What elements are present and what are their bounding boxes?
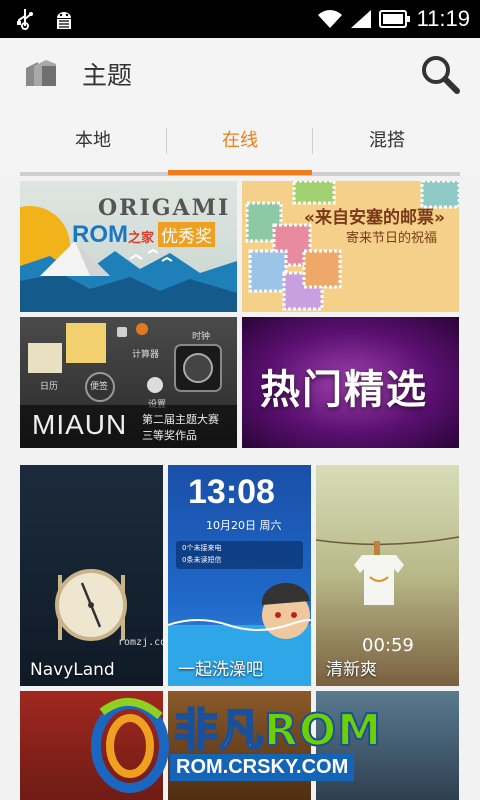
theme-label: 一起洗澡吧 [178,660,263,680]
tab-mix[interactable]: 混搭 [312,112,462,170]
tab-active-indicator [168,170,312,175]
banner-miaun[interactable]: 日历 便签 计算器 时钟 设置 MIAUN 第二届主题大赛 三等奖作品 [20,317,237,448]
origami-title: ORIGAMI [98,195,231,221]
bath-artwork [168,582,311,686]
tab-bar: 本地 在线 混搭 [0,112,480,176]
miaun-label-notes: 便签 [90,382,109,392]
watermark-url: ROM.CRSKY.COM [170,754,355,781]
theme-tile-navyland[interactable]: romzj.com NavyLand [20,465,163,686]
miaun-subtitle-2: 三等奖作品 [142,429,197,442]
watermark-logo-icon [91,697,169,793]
badge-zhijia: 之家 [128,231,155,246]
banner-hot-picks[interactable]: 热门精选 [242,317,459,448]
miaun-label-calendar: 日历 [40,382,59,392]
status-time: 11:19 [416,6,470,31]
stamps-artwork [245,181,459,311]
usb-icon [17,9,33,30]
banner-stamps[interactable]: «来自安塞的邮票» 寄来节日的祝福 [242,181,459,312]
search-icon[interactable] [418,52,462,96]
android-debug-icon [57,12,71,29]
theme-tile-fresh[interactable]: 00:59 清新爽 [316,465,459,686]
theme-tile-bath[interactable]: 13:08 10月20日 周六 0个未接来电 0条未读短信 一起洗澡吧 [168,465,311,686]
miaun-label-calculator: 计算器 [132,350,160,360]
badge-rom: ROM [72,221,128,248]
signal-icon [350,10,371,28]
badge-award: 优秀奖 [158,222,216,247]
tab-online[interactable]: 在线 [165,112,315,170]
watermark-title-a: 非凡 [173,704,264,757]
miaun-subtitle-1: 第二届主题大赛 [142,413,219,426]
stamps-title: «来自安塞的邮票» [304,208,445,228]
theme-icon[interactable] [24,58,58,88]
battery-icon [378,10,410,28]
hot-picks-title: 热门精选 [260,367,428,413]
theme-label: 清新爽 [326,660,377,680]
page-title: 主题 [82,61,133,90]
wifi-icon [317,10,342,28]
banner-origami[interactable]: ORIGAMI ROM 之家 优秀奖 [20,181,237,312]
watermark-title: 非凡ROM [173,694,383,758]
fresh-clock: 00:59 [362,635,414,656]
navyland-watermark: romzj.com [118,637,163,648]
navyland-clock-artwork [55,569,127,641]
miaun-title: MIAUN [32,409,128,440]
theme-label: NavyLand [30,660,115,680]
origami-badge: ROM 之家 优秀奖 [72,221,216,249]
site-watermark: 非凡ROM ROM.CRSKY.COM [90,690,410,798]
miaun-label-clock: 时钟 [192,332,211,342]
stamps-subtitle: 寄来节日的祝福 [346,231,438,246]
status-bar: 11:19 [0,0,480,38]
watermark-title-b: ROM [263,704,383,757]
app-header: 主题 [0,38,480,112]
tab-local[interactable]: 本地 [18,112,168,170]
miaun-caption-bar: MIAUN 第二届主题大赛 三等奖作品 [20,405,237,448]
